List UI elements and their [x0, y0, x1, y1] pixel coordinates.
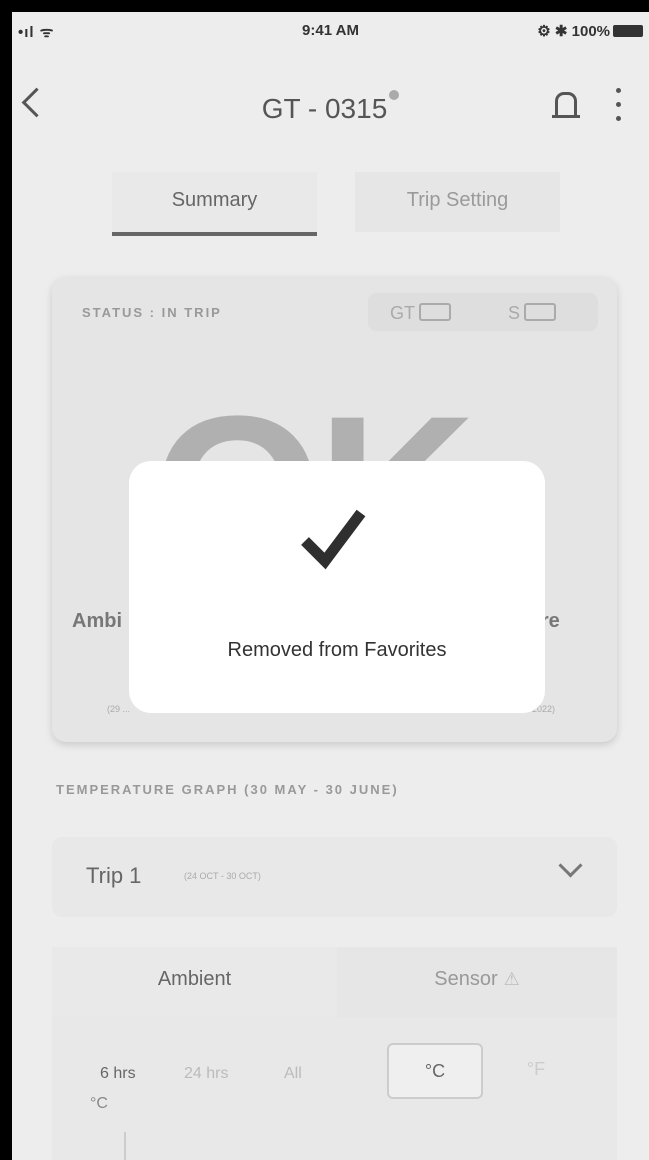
gt-battery: GT — [390, 303, 451, 324]
device-batteries: GT S — [368, 293, 598, 331]
trip-selector[interactable]: Trip 1 (24 OCT - 30 OCT) — [52, 837, 617, 917]
chevron-down-icon[interactable] — [558, 853, 583, 878]
segment-sensor[interactable]: Sensor ⚠ — [337, 947, 617, 1017]
status-bar: •ıl ᯤ 9:41 AM ⚙ ✱ 100% — [12, 12, 649, 52]
bell-icon[interactable] — [552, 92, 580, 118]
navigation-bar: GT - 0315 — [12, 72, 649, 132]
toast-message: Removed from Favorites — [227, 639, 447, 661]
tab-summary[interactable]: Summary — [112, 172, 317, 236]
tab-trip-setting[interactable]: Trip Setting — [355, 172, 560, 232]
temperature-graph-label: TEMPERATURE GRAPH (30 MAY - 30 JUNE) — [56, 782, 399, 797]
range-all[interactable]: All — [284, 1065, 302, 1083]
range-6hrs[interactable]: 6 hrs — [100, 1065, 136, 1083]
ambient-label: Ambi — [72, 610, 122, 632]
more-menu-icon[interactable] — [616, 88, 622, 124]
sensor-battery: S — [508, 303, 557, 324]
axis-unit-label: °C — [90, 1095, 108, 1112]
battery-text: ⚙ ✱ 100% — [537, 23, 610, 40]
app-screen: •ıl ᯤ 9:41 AM ⚙ ✱ 100% GT - 0315 Summary… — [12, 12, 649, 1160]
battery-icon — [613, 25, 643, 37]
status-right: ⚙ ✱ 100% — [537, 22, 643, 40]
status-label: STATUS : IN TRIP — [82, 305, 222, 320]
trip-dates: (24 OCT - 30 OCT) — [184, 871, 261, 881]
segment-ambient[interactable]: Ambient — [52, 947, 337, 1021]
unit-fahrenheit-button[interactable]: °F — [490, 1043, 582, 1095]
battery-icon — [419, 303, 451, 321]
battery-icon — [524, 303, 557, 321]
confirmation-toast: Removed from Favorites — [129, 461, 545, 713]
checkmark-icon — [301, 509, 366, 570]
chart-axis — [124, 1132, 126, 1160]
trip-name: Trip 1 — [86, 863, 142, 888]
range-24hrs[interactable]: 24 hrs — [184, 1065, 228, 1083]
unit-celsius-button[interactable]: °C — [387, 1043, 483, 1099]
left-date: (29 ... — [107, 704, 131, 714]
warning-icon: ⚠ — [503, 969, 520, 989]
page-title: GT - 0315 — [12, 90, 649, 125]
range-panel: 6 hrs 24 hrs All °C °F °C — [52, 1017, 617, 1160]
device-id: GT - 0315 — [261, 93, 388, 124]
status-dot-icon — [389, 90, 400, 100]
